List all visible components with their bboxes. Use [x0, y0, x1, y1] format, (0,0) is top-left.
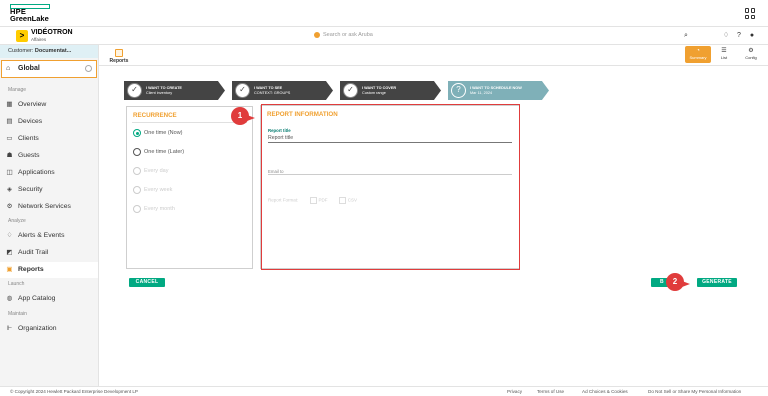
sidebar-item-guests[interactable]: ☗ Guests	[0, 148, 98, 164]
sidebar-item-devices[interactable]: ▤ Devices	[0, 114, 98, 130]
sidebar-item-reports[interactable]: ▣ Reports	[0, 262, 98, 278]
recurrence-panel: RECURRENCE One time (Now) One time (Late…	[126, 106, 253, 269]
ad-choices-link[interactable]: Ad Choices & Cookies	[582, 387, 628, 396]
sidebar-item-alerts-events[interactable]: ♢ Alerts & Events	[0, 228, 98, 244]
logo-text-greenlake: GreenLake	[10, 14, 49, 23]
step-schedule[interactable]: ? I WANT TO SCHEDULE NOW Mar 11, 2024	[448, 81, 549, 100]
sidebar-item-audit-trail[interactable]: ◩ Audit Trail	[0, 245, 98, 261]
radio-every-week[interactable]: Every week	[133, 186, 172, 194]
customer-selector[interactable]: Customer: Documentat...	[0, 45, 98, 58]
copyright-text: © Copyright 2024 Hewlett Packard Enterpr…	[10, 389, 138, 394]
radio-every-month[interactable]: Every month	[133, 205, 175, 213]
footer: © Copyright 2024 Hewlett Packard Enterpr…	[0, 386, 768, 396]
radio-icon	[133, 148, 141, 156]
radio-icon	[133, 167, 141, 175]
sidebar-item-organization[interactable]: ⊩ Organization	[0, 321, 98, 337]
guests-icon: ☗	[6, 152, 13, 159]
step-see[interactable]: ✓ I WANT TO SEE CONTEXT: GROUPS	[232, 81, 333, 100]
callout-arrow	[682, 281, 690, 287]
global-label: Global	[18, 65, 40, 72]
section-launch: Launch	[8, 281, 25, 287]
network-services-icon: ⚙	[6, 203, 13, 210]
config-icon: ⚙	[748, 48, 754, 54]
bell-icon: ♢	[6, 232, 13, 239]
sidebar-item-overview[interactable]: ▦ Overview	[0, 97, 98, 113]
bell-icon[interactable]: ♢	[722, 32, 730, 40]
brand-name: VIDÉOTRON	[31, 29, 73, 36]
clients-icon: ▭	[6, 135, 13, 142]
tab-reports[interactable]: Reports	[104, 45, 134, 66]
list-icon: ☰	[721, 48, 727, 54]
devices-icon: ▤	[6, 118, 13, 125]
step-create[interactable]: ✓ I WANT TO CREATE Client inventory	[124, 81, 225, 100]
brand-subtitle: Affaires	[31, 37, 47, 42]
aruba-search-icon	[314, 31, 320, 38]
app-bar: > VIDÉOTRON Affaires Search or ask Aruba…	[0, 27, 768, 45]
radio-icon	[133, 205, 141, 213]
reports-icon: ▣	[6, 266, 13, 273]
app-grid-icon[interactable]	[745, 8, 756, 19]
hpe-greenlake-logo[interactable]: HPE GreenLake	[10, 4, 54, 24]
sidebar-item-clients[interactable]: ▭ Clients	[0, 131, 98, 147]
view-config[interactable]: ⚙ Config	[738, 46, 764, 63]
highlight-box	[261, 104, 520, 270]
question-icon: ?	[451, 83, 466, 98]
audit-trail-icon: ◩	[6, 249, 13, 256]
home-icon: ⌂	[6, 65, 11, 72]
cancel-button[interactable]: CANCEL	[129, 278, 165, 287]
radio-icon	[133, 186, 141, 194]
divider	[132, 122, 247, 123]
radio-one-time-now[interactable]: One time (Now)	[133, 129, 183, 137]
section-analyze: Analyze	[8, 218, 26, 224]
summary-icon: ◔	[696, 48, 700, 54]
radio-selected-icon	[133, 129, 141, 137]
sidebar-item-security[interactable]: ◈ Security	[0, 182, 98, 198]
check-icon: ✓	[235, 83, 250, 98]
view-list[interactable]: ☰ List	[711, 46, 737, 63]
callout-arrow	[247, 115, 255, 121]
help-icon[interactable]: ?	[735, 32, 743, 40]
view-summary[interactable]: ◔ Summary	[685, 46, 711, 63]
top-bar: HPE GreenLake	[0, 0, 768, 27]
terms-link[interactable]: Terms of Use	[537, 387, 564, 396]
step-cover[interactable]: ✓ I WANT TO COVER Custom range	[340, 81, 441, 100]
generate-button[interactable]: GENERATE	[697, 278, 737, 287]
radio-one-time-later[interactable]: One time (Later)	[133, 148, 184, 156]
organization-icon: ⊩	[6, 325, 13, 332]
privacy-link[interactable]: Privacy	[507, 387, 522, 396]
tab-reports-label: Reports	[109, 58, 129, 64]
content-header: Reports ◔ Summary ☰ List ⚙ Config	[99, 45, 768, 66]
global-search-input[interactable]: Search or ask Aruba	[314, 31, 373, 40]
check-icon: ✓	[343, 83, 358, 98]
do-not-sell-link[interactable]: Do Not Sell or Share My Personal Informa…	[648, 387, 741, 396]
callout-badge-2: 2	[666, 273, 690, 291]
customer-prefix: Customer:	[8, 48, 35, 54]
shield-icon: ◈	[7, 186, 12, 193]
videotron-logo-icon: >	[16, 30, 28, 42]
customer-name: Documentat...	[34, 48, 72, 54]
check-icon: ✓	[127, 83, 142, 98]
sidebar-item-applications[interactable]: ◫ Applications	[0, 165, 98, 181]
scope-indicator-icon	[85, 65, 92, 72]
section-maintain: Maintain	[8, 311, 27, 317]
applications-icon: ◫	[6, 169, 13, 176]
overview-icon: ▦	[6, 101, 13, 108]
globe-icon: ◍	[6, 295, 13, 302]
search-icon[interactable]: ⌕	[682, 32, 690, 40]
radio-every-day[interactable]: Every day	[133, 167, 168, 175]
sidebar-item-network-services[interactable]: ⚙ Network Services	[0, 199, 98, 215]
user-icon[interactable]: ●	[748, 32, 756, 40]
sidebar: Customer: Documentat... ⌂ Global Manage …	[0, 45, 99, 386]
section-manage: Manage	[8, 87, 27, 93]
callout-badge-1: 1	[231, 107, 255, 125]
search-placeholder: Search or ask Aruba	[323, 32, 373, 38]
global-selector[interactable]: ⌂ Global	[1, 60, 97, 78]
reports-icon	[115, 49, 123, 57]
recurrence-title: RECURRENCE	[133, 112, 177, 119]
main-content: ✓ I WANT TO CREATE Client inventory ✓ I …	[99, 66, 768, 386]
sidebar-item-app-catalog[interactable]: ◍ App Catalog	[0, 291, 98, 307]
